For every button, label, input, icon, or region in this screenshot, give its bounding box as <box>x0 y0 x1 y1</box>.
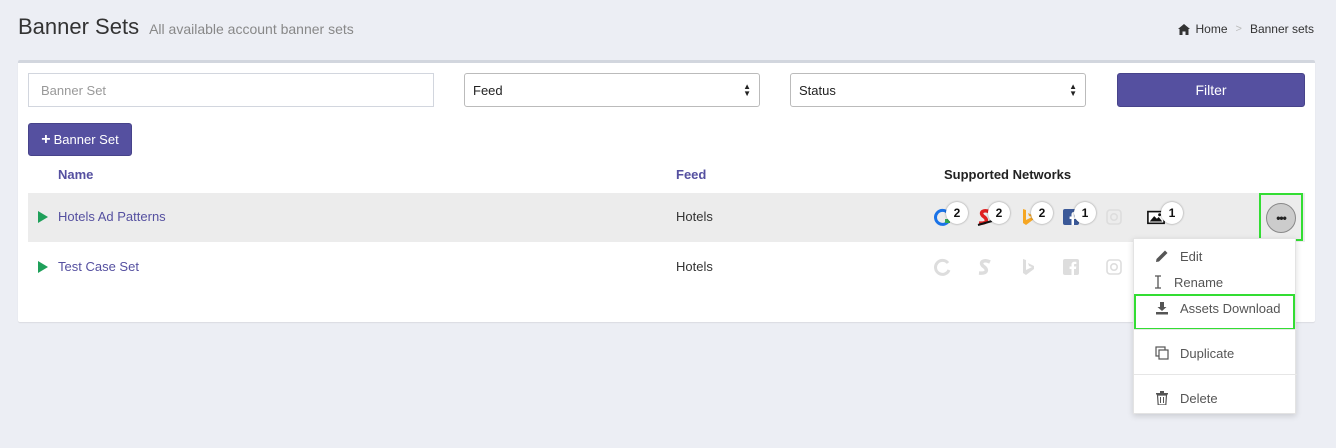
google-ads-icon: 2 <box>934 202 968 226</box>
google-ads-icon <box>934 258 952 276</box>
instagram-icon <box>1105 208 1123 226</box>
table-row[interactable]: Test Case Set Hotels <box>28 243 1305 292</box>
ellipsis-icon: ••• <box>1276 211 1287 225</box>
breadcrumb-current: Banner sets <box>1249 22 1314 36</box>
trash-icon <box>1152 390 1172 406</box>
image-icon: 1 <box>1147 202 1183 226</box>
menu-item-edit[interactable]: Edit <box>1134 244 1297 268</box>
page-title: Banner Sets <box>18 14 140 39</box>
row-feed: Hotels <box>676 209 713 224</box>
instagram-icon <box>1105 258 1123 276</box>
breadcrumb: Home > Banner sets <box>1177 22 1314 36</box>
more-options-button[interactable]: ••• <box>1266 203 1296 233</box>
sizmek-icon: 2 <box>976 202 1010 226</box>
select-arrows-icon: ▲ ▼ <box>1069 82 1077 98</box>
menu-item-label: Edit <box>1180 248 1203 264</box>
row-actions-menu: Edit Rename Assets Download Duplicate De… <box>1133 238 1297 414</box>
page-header: Banner Sets All available account banner… <box>18 14 354 40</box>
home-icon <box>1177 23 1190 35</box>
add-banner-set-label: Banner Set <box>53 132 119 147</box>
play-icon[interactable] <box>38 211 48 223</box>
menu-divider <box>1134 329 1297 330</box>
menu-item-highlight <box>1134 294 1295 330</box>
row-name-link[interactable]: Hotels Ad Patterns <box>58 209 166 224</box>
bing-icon <box>1019 258 1037 276</box>
banner-set-search-input[interactable]: Banner Set <box>28 73 434 107</box>
menu-item-label: Duplicate <box>1180 345 1235 361</box>
menu-item-label: Delete <box>1180 390 1218 406</box>
filter-button[interactable]: Filter <box>1117 73 1305 107</box>
feed-select[interactable]: Feed ▲ ▼ <box>464 73 760 107</box>
sizmek-icon <box>976 258 994 276</box>
table-row[interactable]: Hotels Ad Patterns Hotels 2 2 2 1 1 <box>28 193 1305 242</box>
menu-item-duplicate[interactable]: Duplicate <box>1134 341 1297 365</box>
network-count-badge: 2 <box>1031 202 1053 224</box>
breadcrumb-home-link[interactable]: Home <box>1196 22 1228 36</box>
menu-item-label: Rename <box>1174 274 1224 290</box>
plus-icon: + <box>41 130 51 148</box>
menu-item-delete[interactable]: Delete <box>1134 386 1297 410</box>
facebook-icon <box>1062 258 1080 276</box>
menu-divider <box>1134 374 1297 375</box>
row-name-link[interactable]: Test Case Set <box>58 259 139 274</box>
menu-item-rename[interactable]: Rename <box>1134 270 1297 294</box>
add-banner-set-button[interactable]: + Banner Set <box>28 123 132 156</box>
column-header-feed[interactable]: Feed <box>676 167 706 182</box>
network-count-badge: 2 <box>946 202 968 224</box>
play-icon[interactable] <box>38 261 48 273</box>
select-arrows-icon: ▲ ▼ <box>743 82 751 98</box>
pencil-icon <box>1152 248 1172 264</box>
network-count-badge: 1 <box>1074 202 1096 224</box>
status-select[interactable]: Status ▲ ▼ <box>790 73 1086 107</box>
page-subtitle: All available account banner sets <box>149 21 354 37</box>
network-count-badge: 1 <box>1161 202 1183 224</box>
row-actions-highlight: ••• <box>1259 193 1303 241</box>
facebook-icon: 1 <box>1062 202 1096 226</box>
bing-icon: 2 <box>1019 202 1053 226</box>
column-header-name[interactable]: Name <box>58 167 93 182</box>
status-select-value: Status <box>799 82 836 98</box>
feed-select-value: Feed <box>473 82 503 98</box>
network-count-badge: 2 <box>988 202 1010 224</box>
copy-icon <box>1152 345 1172 361</box>
column-header-networks: Supported Networks <box>944 167 1072 182</box>
banner-sets-panel: Banner Set Feed ▲ ▼ Status ▲ ▼ Filter + Ba… <box>18 60 1315 322</box>
text-cursor-icon <box>1148 274 1168 290</box>
breadcrumb-separator: > <box>1235 23 1242 35</box>
row-feed: Hotels <box>676 259 713 274</box>
